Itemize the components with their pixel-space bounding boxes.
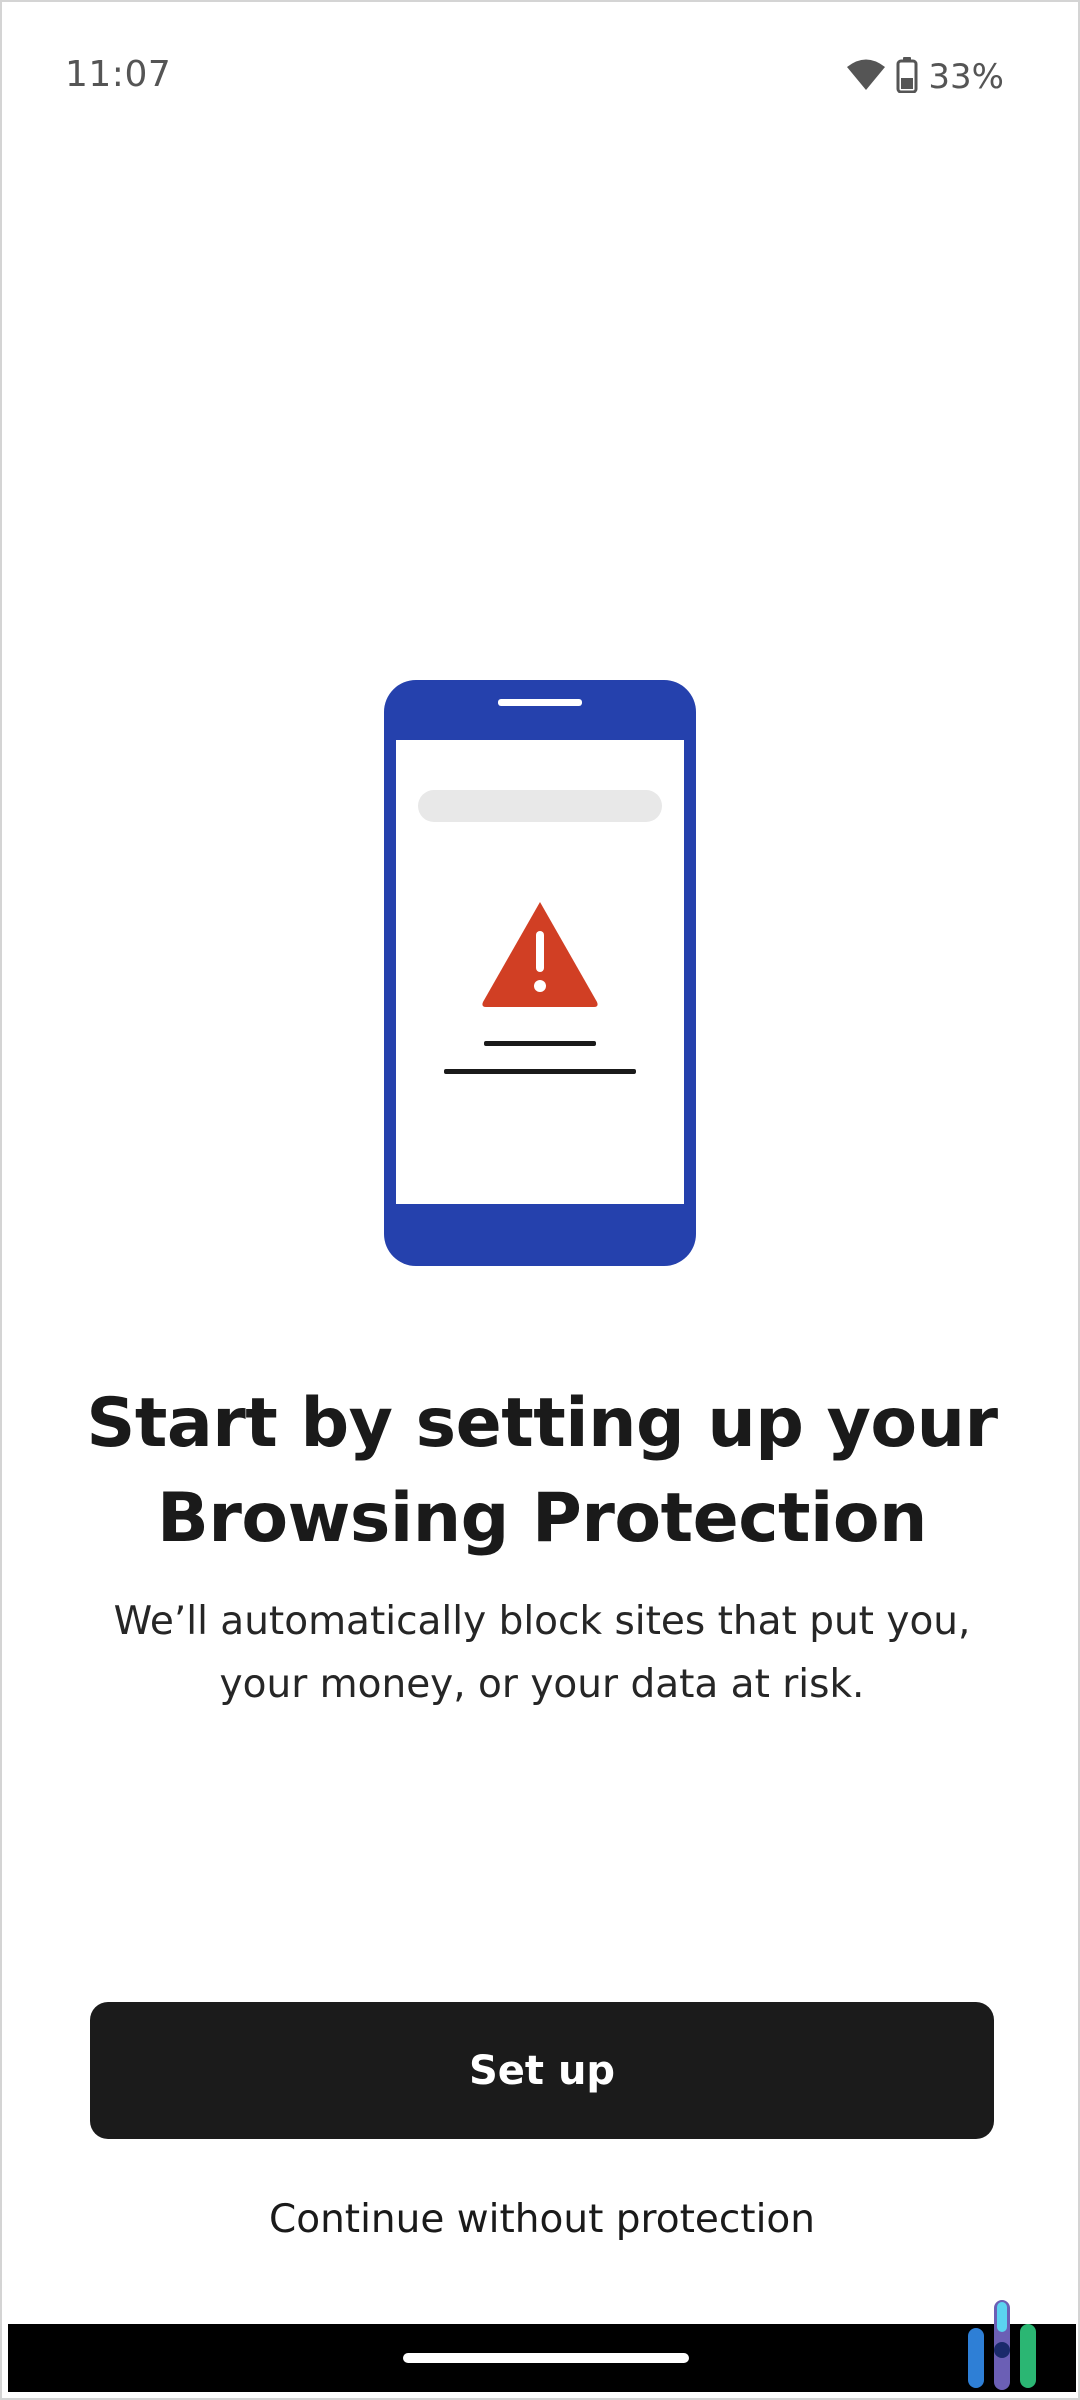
- set-up-button[interactable]: Set up: [90, 2002, 994, 2139]
- battery-icon: [896, 57, 918, 97]
- status-icons: 33%: [846, 52, 1004, 102]
- description-text: We’ll automatically block sites that put…: [113, 1599, 971, 1707]
- continue-without-protection-link[interactable]: Continue without protection: [142, 2185, 942, 2255]
- page-title: Start by setting up your Browsing Protec…: [86, 1384, 998, 1558]
- brand-logo-icon: [960, 2294, 1050, 2394]
- battery-percent: 33%: [928, 57, 1004, 97]
- home-indicator[interactable]: [403, 2353, 689, 2363]
- phone-warning-illustration: [384, 680, 696, 1266]
- status-time: 11:07: [65, 54, 172, 95]
- status-bar: 11:07 33%: [2, 2, 1080, 152]
- app-screen: 11:07 33% Start by setting up your Brows…: [0, 0, 1080, 2400]
- wifi-icon: [846, 58, 886, 96]
- navigation-bar: [8, 2324, 1076, 2392]
